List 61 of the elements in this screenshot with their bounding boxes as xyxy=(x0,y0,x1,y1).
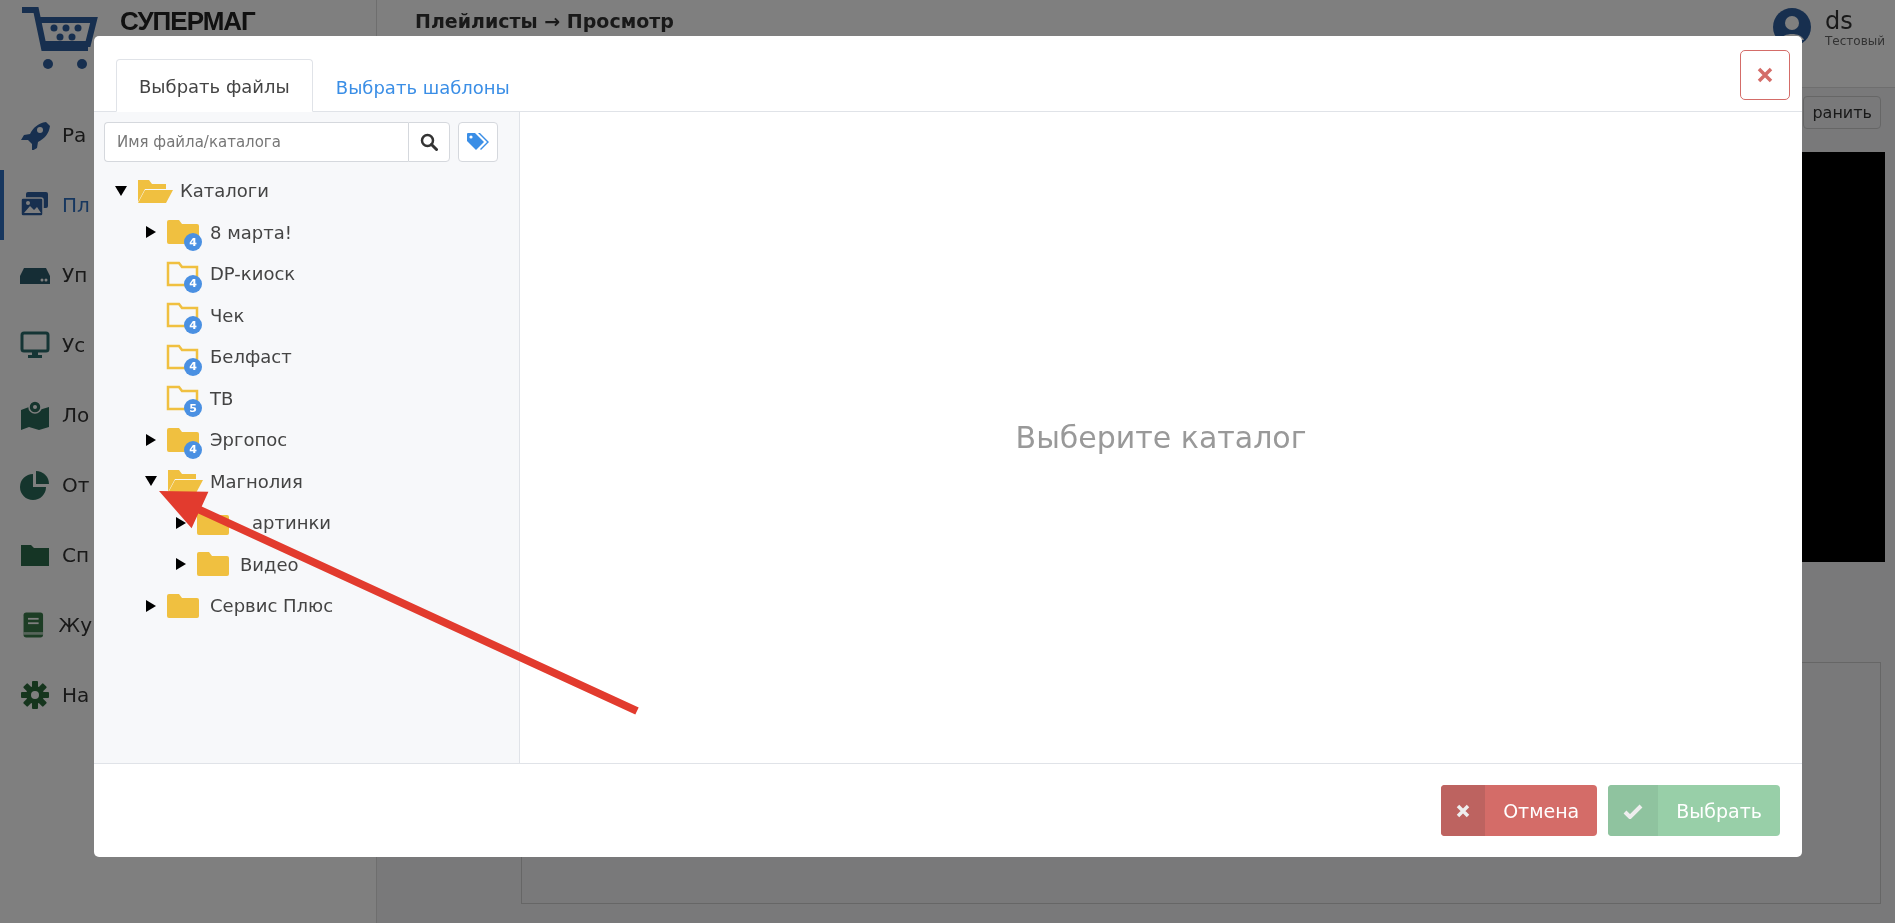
tree-item[interactable]: 4 Белфаст xyxy=(104,336,509,378)
close-icon xyxy=(1757,67,1773,83)
tab[interactable]: Выбрать файлы xyxy=(116,59,313,112)
tree-item[interactable]: 4 DP-киоск xyxy=(104,253,509,295)
caret-right-icon[interactable] xyxy=(145,225,157,240)
folder-icon xyxy=(166,592,200,619)
folder-outline-icon xyxy=(166,260,200,287)
sidebar-item[interactable]: Ра xyxy=(0,100,92,170)
tree-item[interactable]: Сервис Плюс xyxy=(104,585,509,627)
map-icon xyxy=(20,400,50,430)
cancel-button[interactable]: Отмена xyxy=(1441,785,1598,836)
close-icon xyxy=(1455,802,1472,819)
sidebar-item[interactable]: Ус xyxy=(0,310,92,380)
caret-down-icon[interactable] xyxy=(114,184,128,197)
search-icon xyxy=(420,133,438,151)
folder-icon xyxy=(196,551,230,578)
sidebar-item[interactable]: Уп xyxy=(0,240,92,310)
empty-message: Выберите каталог xyxy=(1015,420,1307,455)
tags-button[interactable] xyxy=(458,122,498,162)
count-badge: 5 xyxy=(184,399,202,418)
pie-chart-icon xyxy=(20,470,50,500)
sidebar-item[interactable]: Жу xyxy=(0,590,92,660)
settings-icon xyxy=(20,680,50,710)
count-badge: 4 xyxy=(184,357,202,376)
rocket-icon xyxy=(20,120,50,150)
tree-item[interactable]: Каталоги xyxy=(104,170,509,212)
open-folder-icon xyxy=(136,177,174,204)
user-role: Тестовый xyxy=(1825,34,1885,48)
tree-item[interactable]: 4 Эргопос xyxy=(104,419,509,461)
folder-outline-icon xyxy=(166,385,200,412)
check-icon xyxy=(1623,802,1644,819)
user-name: ds xyxy=(1825,8,1854,34)
close-button[interactable] xyxy=(1740,50,1790,100)
tree-item[interactable]: 4 Чек xyxy=(104,294,509,336)
caret-right-icon[interactable] xyxy=(145,432,157,447)
sidebar-item[interactable]: Сп xyxy=(0,520,92,590)
logo-text: СУПЕРМАГ xyxy=(120,6,255,37)
breadcrumb: Плейлисты → Просмотр xyxy=(415,10,674,32)
search-button[interactable] xyxy=(408,122,450,162)
sidebar-item[interactable]: На xyxy=(0,660,92,730)
sidebar-item[interactable]: От xyxy=(0,450,92,520)
tree-item[interactable]: Видео xyxy=(104,543,509,585)
save-button[interactable]: ранить xyxy=(1803,95,1881,129)
tree-item[interactable]: Магнолия xyxy=(104,460,509,502)
search-field[interactable]: Имя файла/каталога xyxy=(104,122,408,162)
caret-down-icon[interactable] xyxy=(144,475,158,488)
caret-right-icon[interactable] xyxy=(145,598,157,613)
monitor-icon xyxy=(20,330,50,360)
sidebar-item[interactable]: Ло xyxy=(0,380,92,450)
caret-right-icon[interactable] xyxy=(175,515,187,530)
open-folder-icon xyxy=(166,468,204,495)
tree-item[interactable]: 5 ТВ xyxy=(104,377,509,419)
caret-right-icon[interactable] xyxy=(175,557,187,572)
folder-outline-icon xyxy=(166,302,200,329)
tree-item[interactable]: 4 8 марта! xyxy=(104,211,509,253)
folder-outline-icon xyxy=(166,343,200,370)
tab[interactable]: Выбрать шаблоны xyxy=(312,59,533,112)
count-badge: 4 xyxy=(184,316,202,335)
tags-icon xyxy=(466,132,490,152)
count-badge: 4 xyxy=(184,233,202,252)
count-badge: 4 xyxy=(184,274,202,293)
